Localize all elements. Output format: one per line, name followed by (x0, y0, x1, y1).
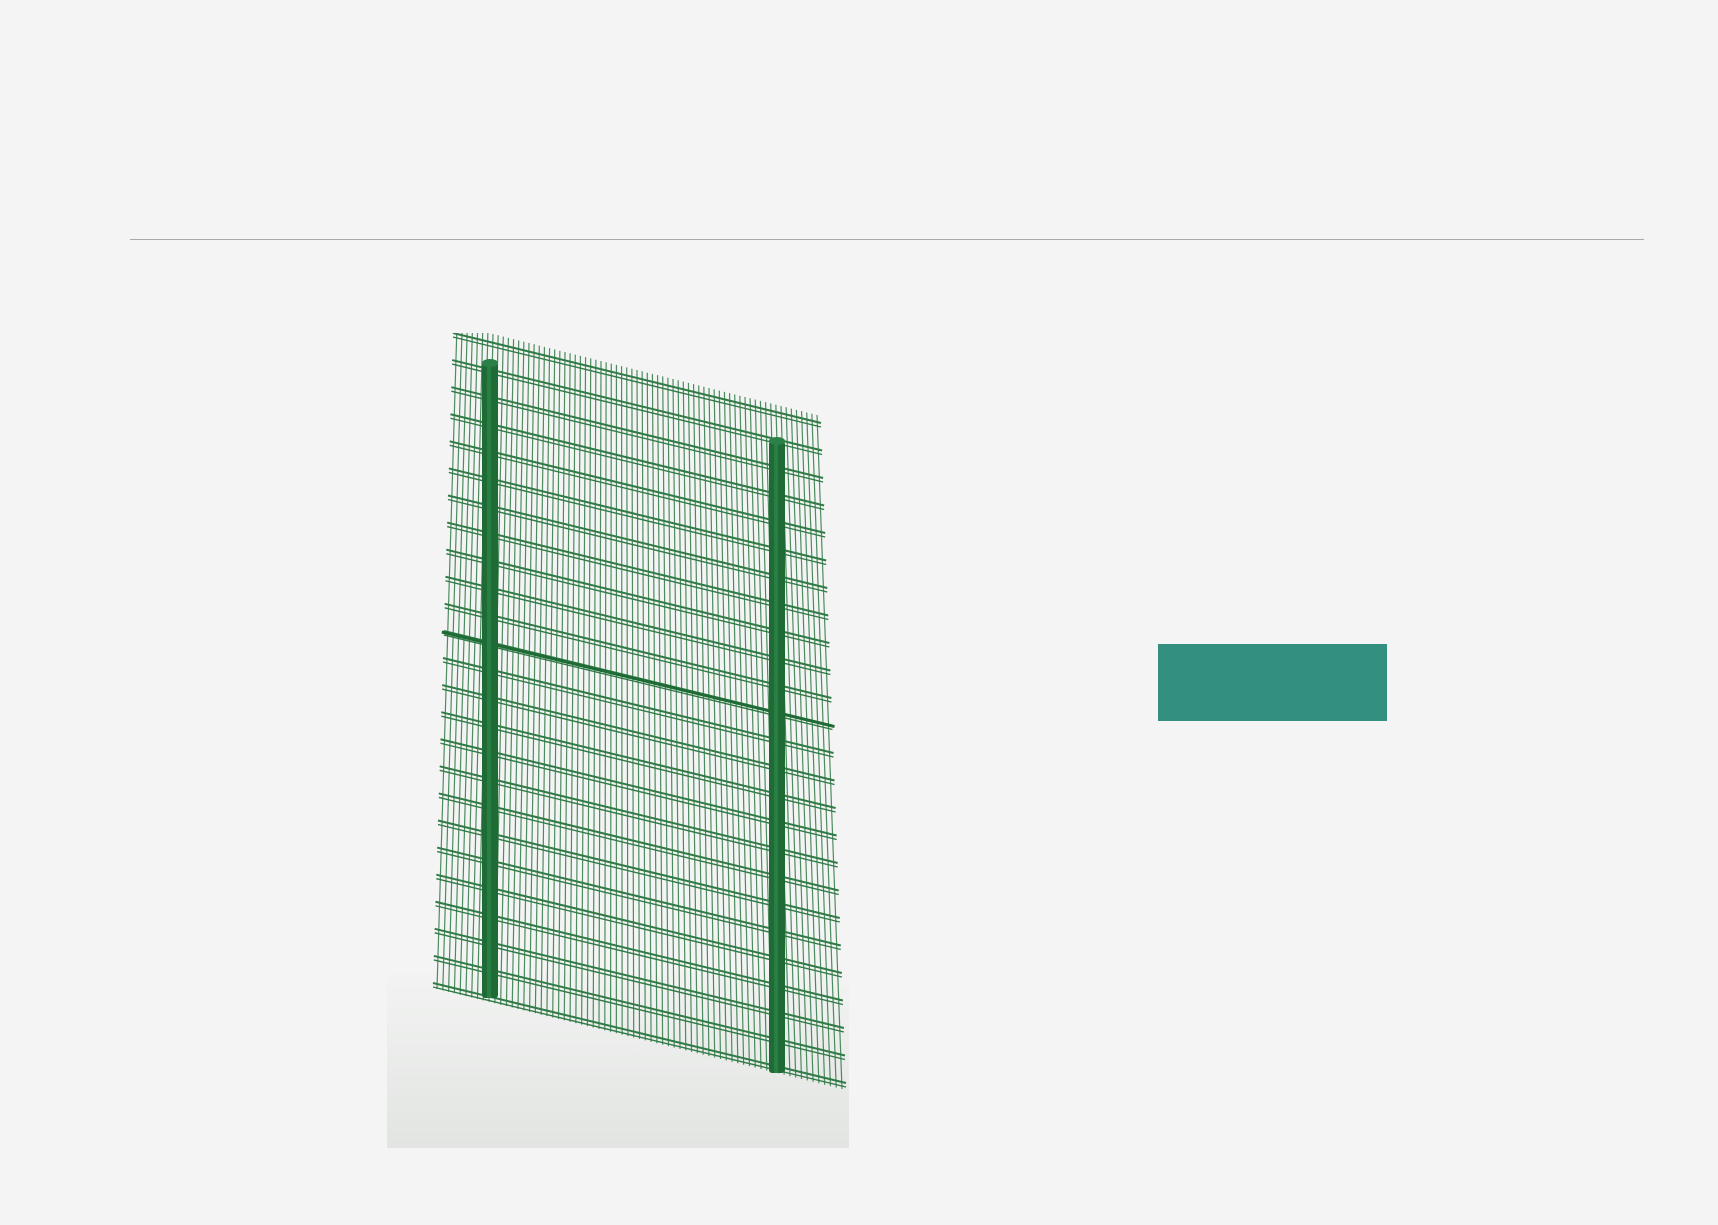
fence-panel-icon (387, 333, 849, 1148)
header-divider (130, 239, 1644, 240)
cta-button[interactable] (1158, 644, 1387, 721)
product-image (387, 333, 849, 1148)
page-header (0, 0, 1718, 238)
